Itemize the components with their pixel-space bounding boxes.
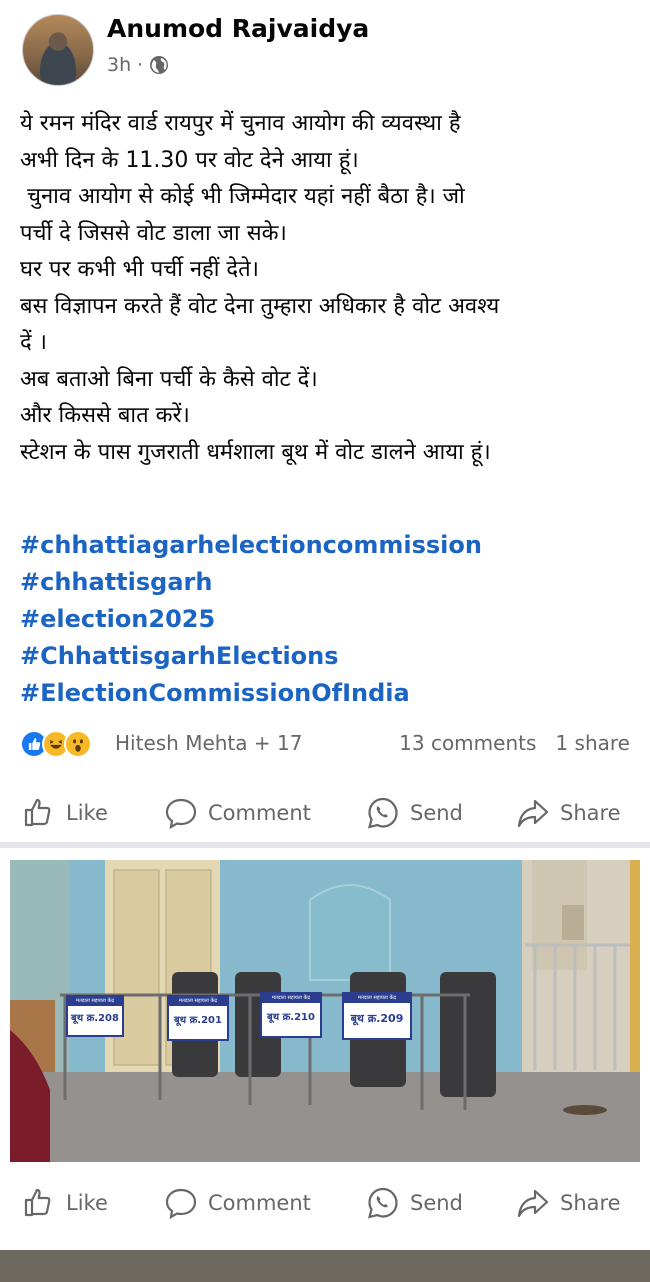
post-meta: 3h ·: [107, 54, 169, 76]
share-arrow-icon: [517, 799, 549, 828]
reactions-summary: Hitesh Mehta + 17 13 comments 1 share: [20, 728, 630, 760]
booth-sign-header: मतदाता सहायता केंद्र: [344, 994, 410, 1003]
booth-sign-label: बूथ क्र.210: [267, 1012, 315, 1023]
booth-sign: मतदाता सहायता केंद्र बूथ क्र.210: [260, 992, 322, 1038]
author-avatar[interactable]: [22, 14, 94, 86]
like-button[interactable]: Like: [22, 1173, 108, 1233]
comment-button[interactable]: Comment: [164, 783, 311, 843]
booth-sign-header: मतदाता सहायता केंद्र: [262, 994, 320, 1003]
booth-sign-header: मतदाता सहायता केंद्र: [68, 997, 122, 1006]
post-text-line: स्टेशन के पास गुजराती धर्मशाला बूथ में व…: [20, 439, 491, 465]
post-text-line: अब बताओ बिना पर्ची के कैसे वोट दें।: [20, 366, 318, 392]
globe-icon: [150, 56, 169, 74]
booth-sign: मतदाता सहायता केंद्र बूथ क्र.209: [342, 992, 412, 1040]
hashtag-link[interactable]: #chhattisgarh: [20, 564, 482, 601]
author-name[interactable]: Anumod Rajvaidya: [107, 14, 369, 43]
post-text-line: पर्ची दे जिससे वोट डाला जा सके।: [20, 220, 287, 246]
post-text-line: दें ।: [20, 330, 48, 355]
post-body: ये रमन मंदिर वार्ड रायपुर में चुनाव आयोग…: [20, 106, 640, 471]
share-label: Share: [560, 801, 621, 825]
shares-count[interactable]: 1 share: [555, 731, 630, 755]
photo-action-bar: Like Comment Send Share: [0, 1173, 650, 1233]
post-divider: [0, 842, 650, 848]
post-text-line: अभी दिन के 11.30 पर वोट देने आया हूं।: [20, 147, 359, 173]
reaction-icons[interactable]: [20, 730, 110, 758]
post-text-line: चुनाव आयोग से कोई भी जिम्मेदार यहां नहीं…: [20, 184, 465, 209]
hashtag-link[interactable]: #chhattiagarhelectioncommission: [20, 527, 482, 564]
post-text-line: बस विज्ञापन करते हैं वोट देना तुम्हारा अ…: [20, 293, 500, 319]
booth-sign-label: बूथ क्र.209: [350, 1012, 404, 1025]
booth-sign-header: मतदाता सहायता केंद्र: [169, 997, 227, 1006]
post-text-line: ये रमन मंदिर वार्ड रायपुर में चुनाव आयोग…: [20, 111, 461, 136]
booth-sign-label: बूथ क्र.208: [71, 1013, 119, 1024]
hashtag-link[interactable]: #ElectionCommissionOfIndia: [20, 675, 482, 712]
like-label: Like: [66, 801, 108, 825]
send-button[interactable]: Send: [366, 1173, 463, 1233]
engagement-counts: 13 comments 1 share: [399, 731, 630, 755]
like-label: Like: [66, 1191, 108, 1215]
share-label: Share: [560, 1191, 621, 1215]
post-text-line: घर पर कभी भी पर्ची नहीं देते।: [20, 257, 259, 282]
comment-label: Comment: [208, 1191, 311, 1215]
share-arrow-icon: [517, 1189, 549, 1218]
post-header: Anumod Rajvaidya 3h ·: [0, 0, 650, 95]
reaction-names[interactable]: Hitesh Mehta + 17: [115, 731, 302, 755]
like-button[interactable]: Like: [22, 783, 108, 843]
hashtag-link[interactable]: #ChhattisgarhElections: [20, 638, 482, 675]
share-button[interactable]: Share: [516, 1173, 621, 1233]
comments-count[interactable]: 13 comments: [399, 731, 536, 755]
wow-reaction-icon: [64, 730, 92, 758]
booth-sign: मतदाता सहायता केंद्र बूथ क्र.208: [66, 995, 124, 1037]
send-button[interactable]: Send: [366, 783, 463, 843]
booth-sign: मतदाता सहायता केंद्र बूथ क्र.201: [167, 995, 229, 1041]
next-photo-preview[interactable]: [0, 1250, 650, 1282]
hashtag-list: #chhattiagarhelectioncommission #chhatti…: [20, 527, 482, 712]
post-photo[interactable]: मतदाता सहायता केंद्र बूथ क्र.208 मतदाता …: [10, 860, 640, 1162]
post-text-line: और किससे बात करें।: [20, 403, 190, 428]
post-time[interactable]: 3h: [107, 54, 131, 76]
comment-bubble-icon: [165, 798, 197, 830]
send-label: Send: [410, 801, 463, 825]
whatsapp-icon: [367, 797, 398, 829]
meta-separator: ·: [137, 54, 144, 76]
thumbs-up-icon: [24, 1188, 51, 1217]
thumbs-up-icon: [24, 798, 51, 827]
comment-button[interactable]: Comment: [164, 1173, 311, 1233]
share-button[interactable]: Share: [516, 783, 621, 843]
whatsapp-icon: [367, 1187, 398, 1219]
post-action-bar: Like Comment Send Share: [0, 783, 650, 843]
comment-label: Comment: [208, 801, 311, 825]
hashtag-link[interactable]: #election2025: [20, 601, 482, 638]
send-label: Send: [410, 1191, 463, 1215]
comment-bubble-icon: [165, 1188, 197, 1220]
booth-sign-label: बूथ क्र.201: [174, 1015, 222, 1026]
